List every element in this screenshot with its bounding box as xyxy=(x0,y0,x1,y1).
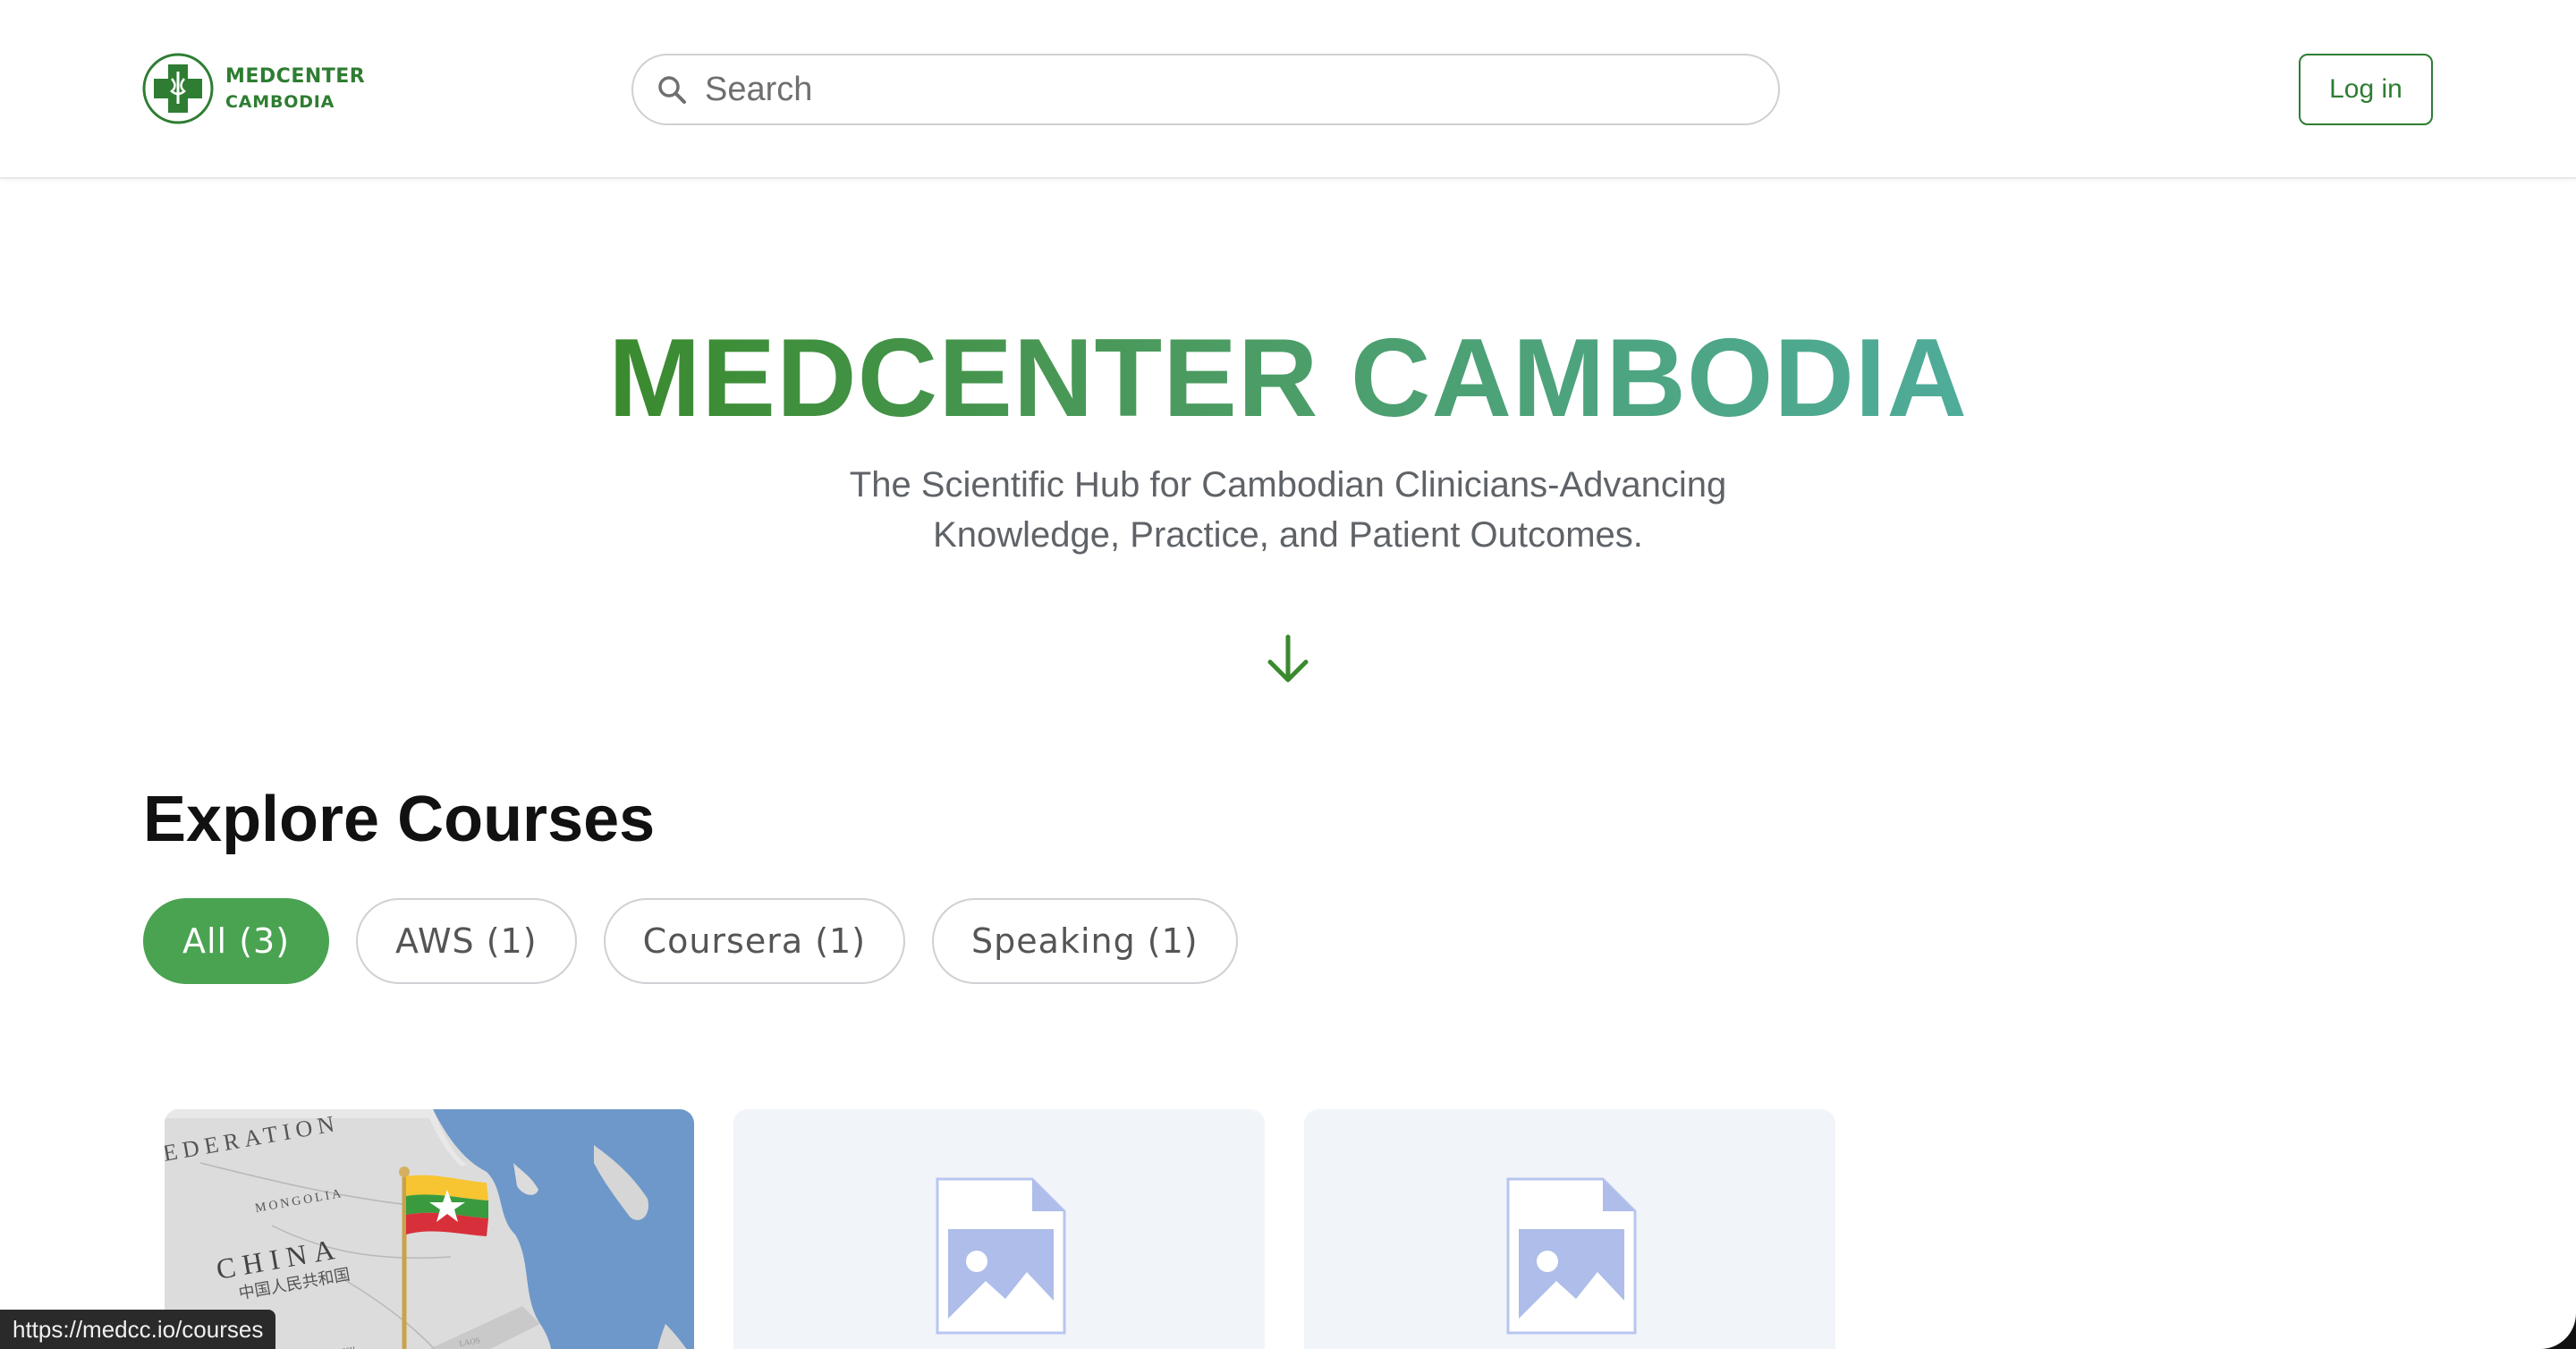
hero-subtitle-line-2: Knowledge, Practice, and Patient Outcome… xyxy=(933,515,1643,555)
image-placeholder-icon xyxy=(936,1177,1066,1335)
hero-subtitle-line-1: The Scientific Hub for Cambodian Clinici… xyxy=(849,465,1727,505)
image-placeholder-icon xyxy=(1506,1177,1637,1335)
window-corner xyxy=(2533,1281,2576,1349)
logo-line-1: MEDCENTER xyxy=(225,64,366,88)
logo-line-2: CAMBODIA xyxy=(225,91,335,112)
search-bar[interactable] xyxy=(631,54,1780,125)
course-card[interactable] xyxy=(1304,1109,1835,1349)
explore-courses-heading: Explore Courses xyxy=(143,784,656,855)
course-cards: EDERATION MONGOLIA CHINA 中国人民共和国 MYANMAR… xyxy=(165,1109,1835,1349)
arrow-down-icon[interactable] xyxy=(1265,633,1311,685)
hero-title: MEDCENTER CAMBODIA xyxy=(0,318,2576,439)
filter-chip-aws[interactable]: AWS (1) xyxy=(356,898,577,984)
medical-cross-icon xyxy=(142,53,214,124)
logo-text: MEDCENTER CAMBODIA xyxy=(225,64,366,112)
status-bar-url: https://medcc.io/courses xyxy=(0,1310,276,1349)
login-button[interactable]: Log in xyxy=(2299,54,2433,125)
search-icon xyxy=(658,76,686,104)
filter-chip-speaking[interactable]: Speaking (1) xyxy=(932,898,1238,984)
search-input[interactable] xyxy=(705,70,1733,109)
filter-chip-coursera[interactable]: Coursera (1) xyxy=(603,898,906,984)
hero-title-text: MEDCENTER CAMBODIA xyxy=(608,317,1968,440)
top-header: MEDCENTER CAMBODIA Log in xyxy=(0,0,2576,179)
filter-chip-all[interactable]: All (3) xyxy=(143,898,330,984)
course-card[interactable] xyxy=(733,1109,1265,1349)
course-filter-chips: All (3) AWS (1) Coursera (1) Speaking (1… xyxy=(143,898,1238,984)
hero-subtitle: The Scientific Hub for Cambodian Clinici… xyxy=(751,460,1825,560)
site-logo[interactable]: MEDCENTER CAMBODIA xyxy=(141,52,365,125)
